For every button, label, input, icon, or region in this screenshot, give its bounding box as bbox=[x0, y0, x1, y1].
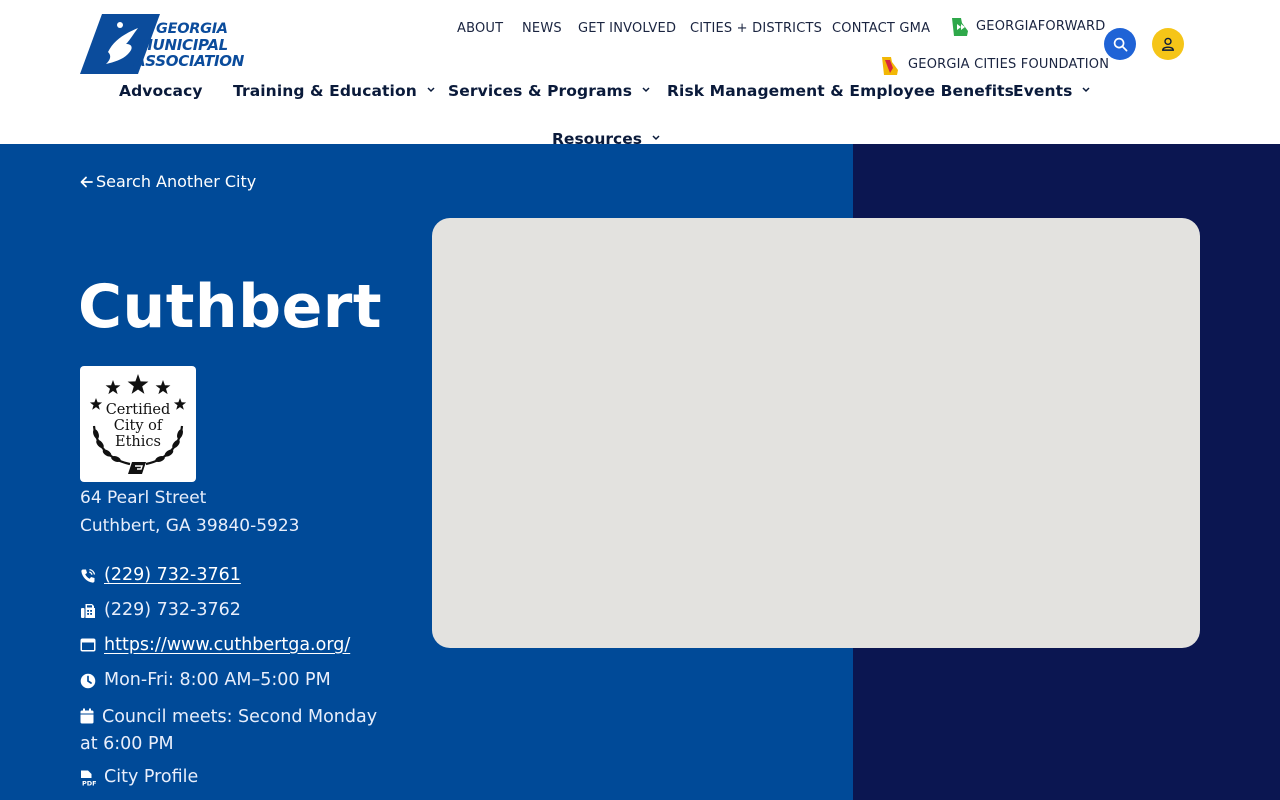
nav-events[interactable]: Events bbox=[1013, 82, 1091, 100]
nav-cities-districts[interactable]: CITIES + DISTRICTS bbox=[690, 21, 822, 36]
nav-resources[interactable]: Resources bbox=[552, 130, 660, 148]
city-profile-link[interactable]: City Profile bbox=[104, 767, 198, 787]
nav-georgia-forward[interactable]: GEORGIAFORWARD bbox=[976, 19, 1105, 34]
search-button[interactable] bbox=[1104, 28, 1136, 60]
svg-text:PDF: PDF bbox=[82, 780, 96, 788]
gma-logo[interactable]: GEORGIA MUNICIPAL ASSOCIATION bbox=[80, 14, 256, 74]
page-title: Cuthbert bbox=[78, 272, 383, 342]
nav-risk-label: Risk Management & Employee Benefits bbox=[667, 82, 1014, 100]
site-header: GEORGIA MUNICIPAL ASSOCIATION ABOUT NEWS… bbox=[0, 0, 1280, 144]
pdf-icon: PDF bbox=[81, 770, 96, 788]
chevron-down-icon bbox=[642, 87, 650, 93]
logo-line-3: ASSOCIATION bbox=[134, 52, 245, 70]
calendar-icon bbox=[80, 708, 94, 724]
city-address: 64 Pearl Street Cuthbert, GA 39840-5923 bbox=[80, 484, 299, 540]
phone-link[interactable]: (229) 732-3761 bbox=[104, 565, 241, 585]
badge-line-1: Certified bbox=[105, 402, 171, 418]
nav-advocacy[interactable]: Advocacy bbox=[119, 82, 203, 100]
chevron-down-icon bbox=[427, 87, 435, 93]
office-hours: Mon-Fri: 8:00 AM–5:00 PM bbox=[104, 670, 331, 690]
badge-text: Certified City of Ethics bbox=[80, 402, 196, 450]
search-icon bbox=[1113, 37, 1127, 51]
user-icon bbox=[1162, 37, 1174, 51]
chevron-down-icon bbox=[1082, 87, 1091, 93]
council-meeting-info: Council meets: Second Monday at 6:00 PM bbox=[80, 707, 378, 754]
address-line-2: Cuthbert, GA 39840-5923 bbox=[80, 516, 300, 536]
badge-line-3: Ethics bbox=[115, 434, 161, 450]
nav-get-involved[interactable]: GET INVOLVED bbox=[578, 21, 676, 36]
nav-services-label: Services & Programs bbox=[448, 82, 633, 100]
certified-city-of-ethics-badge: Certified City of Ethics bbox=[80, 366, 196, 482]
search-another-city-link[interactable]: Search Another City bbox=[80, 172, 256, 191]
nav-news[interactable]: NEWS bbox=[522, 21, 562, 36]
nav-advocacy-label: Advocacy bbox=[119, 82, 203, 100]
nav-training-label: Training & Education bbox=[233, 82, 417, 100]
account-button[interactable] bbox=[1152, 28, 1184, 60]
browser-icon bbox=[80, 638, 96, 652]
nav-resources-label: Resources bbox=[552, 130, 642, 148]
website-link[interactable]: https://www.cuthbertga.org/ bbox=[104, 635, 350, 655]
logo-line-2: MUNICIPAL bbox=[138, 36, 228, 54]
georgia-cities-foundation-icon bbox=[881, 56, 899, 80]
georgia-forward-icon bbox=[951, 17, 969, 41]
council-row: Council meets: Second Monday at 6:00 PM bbox=[80, 704, 400, 758]
logo-wordmark: GEORGIA MUNICIPAL ASSOCIATION bbox=[134, 21, 266, 69]
badge-line-2: City of bbox=[113, 418, 163, 434]
fax-icon bbox=[81, 604, 95, 618]
nav-about[interactable]: ABOUT bbox=[457, 21, 503, 36]
phone-icon bbox=[81, 568, 96, 583]
nav-events-label: Events bbox=[1013, 82, 1073, 100]
nav-services-programs[interactable]: Services & Programs bbox=[448, 82, 650, 100]
clock-icon bbox=[80, 673, 96, 689]
nav-contact-gma[interactable]: CONTACT GMA bbox=[832, 21, 930, 36]
back-link-label: Search Another City bbox=[96, 172, 257, 191]
fax-number: (229) 732-3762 bbox=[104, 600, 241, 620]
address-line-1: 64 Pearl Street bbox=[80, 488, 207, 508]
chevron-down-icon bbox=[652, 135, 660, 141]
city-map[interactable] bbox=[432, 218, 1200, 648]
arrow-left-icon bbox=[80, 176, 93, 188]
nav-risk-management[interactable]: Risk Management & Employee Benefits bbox=[667, 82, 1014, 100]
nav-training-education[interactable]: Training & Education bbox=[233, 82, 435, 100]
logo-line-1: GEORGIA bbox=[156, 21, 228, 37]
nav-georgia-cities-foundation[interactable]: GEORGIA CITIES FOUNDATION bbox=[908, 57, 1109, 72]
